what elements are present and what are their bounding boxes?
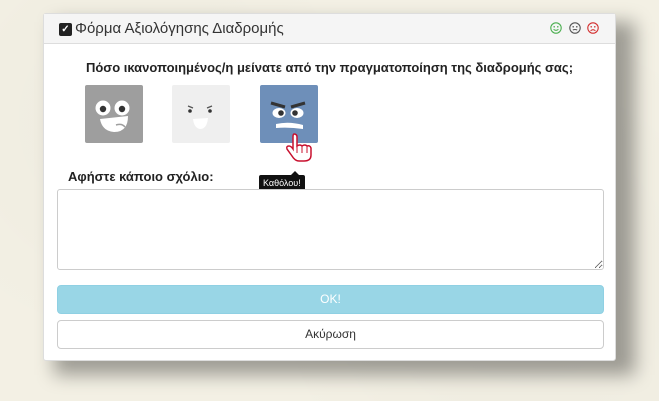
face-neutral-option[interactable]	[172, 85, 230, 143]
neutral-face-icon	[187, 105, 213, 129]
feedback-panel: ✓ Φόρμα Αξιολόγησης Διαδρομής Πόσο ικανο…	[43, 13, 616, 361]
checkbox-icon: ✓	[59, 23, 72, 36]
face-happy-option[interactable]	[85, 85, 143, 143]
smile-icon	[550, 22, 562, 34]
satisfaction-question: Πόσο ικανοποιημένος/η μείνατε από την πρ…	[85, 60, 574, 75]
form-title: Φόρμα Αξιολόγησης Διαδρομής	[75, 20, 284, 37]
panel-header: ✓ Φόρμα Αξιολόγησης Διαδρομής	[44, 14, 615, 44]
header-faces	[548, 22, 599, 40]
happy-face-icon	[95, 100, 130, 132]
ok-button[interactable]: OK!	[57, 285, 604, 314]
frown-icon	[587, 22, 599, 34]
neutral-face-icon	[568, 22, 581, 34]
comment-label: Αφήστε κάποιο σχόλιο:	[68, 169, 214, 184]
cancel-button[interactable]: Ακύρωση	[57, 320, 604, 349]
hand-pointer-icon	[286, 133, 312, 162]
comment-textarea[interactable]	[57, 189, 604, 270]
